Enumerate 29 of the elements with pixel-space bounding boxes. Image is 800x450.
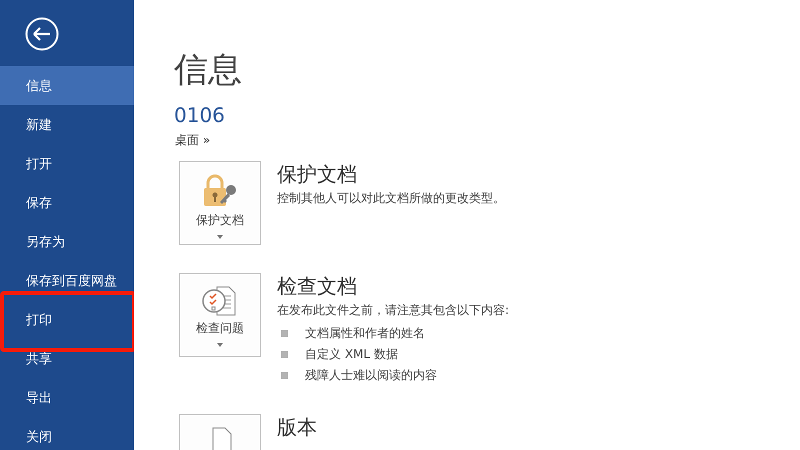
bullet-icon [281, 372, 288, 379]
section-title: 保护文档 [277, 161, 358, 187]
sidebar-item[interactable]: 共享 [0, 339, 134, 378]
page-title: 信息 [174, 49, 243, 92]
dropdown-caret-icon [217, 343, 223, 347]
bullet-icon [281, 351, 288, 358]
dropdown-caret-icon [217, 235, 223, 239]
protect-document-button[interactable]: 保护文档 [179, 161, 261, 245]
section-description: 在发布此文件之前，请注意其包含以下内容: [277, 302, 510, 319]
document-name: 0106 [174, 102, 226, 128]
sidebar-item[interactable]: 导出 [0, 378, 134, 417]
bullet-icon [281, 330, 288, 337]
sidebar-item[interactable]: 打开 [0, 144, 134, 183]
sidebar-item[interactable]: 保存 [0, 183, 134, 222]
lock-key-icon [202, 174, 238, 208]
section-title: 检查文档 [277, 273, 358, 299]
section-description: 控制其他人可以对此文档所做的更改类型。 [277, 190, 505, 207]
sidebar-item[interactable]: 新建 [0, 105, 134, 144]
bullet-text: 自定义 XML 数据 [305, 346, 398, 363]
sidebar-item[interactable]: 信息 [0, 66, 134, 105]
sidebar-item[interactable]: 保存到百度网盘 [0, 261, 134, 300]
check-issues-button[interactable]: 检查问题 [179, 273, 261, 357]
section-title: 版本 [277, 414, 317, 440]
bullet-text: 文档属性和作者的姓名 [305, 325, 425, 342]
bullet-text: 残障人士难以阅读的内容 [305, 367, 437, 384]
sidebar-item[interactable]: 打印 [0, 300, 134, 339]
sidebar-item[interactable]: 关闭 [0, 417, 134, 450]
location-link[interactable]: 桌面 » [175, 132, 800, 149]
sidebar-item[interactable]: 另存为 [0, 222, 134, 261]
